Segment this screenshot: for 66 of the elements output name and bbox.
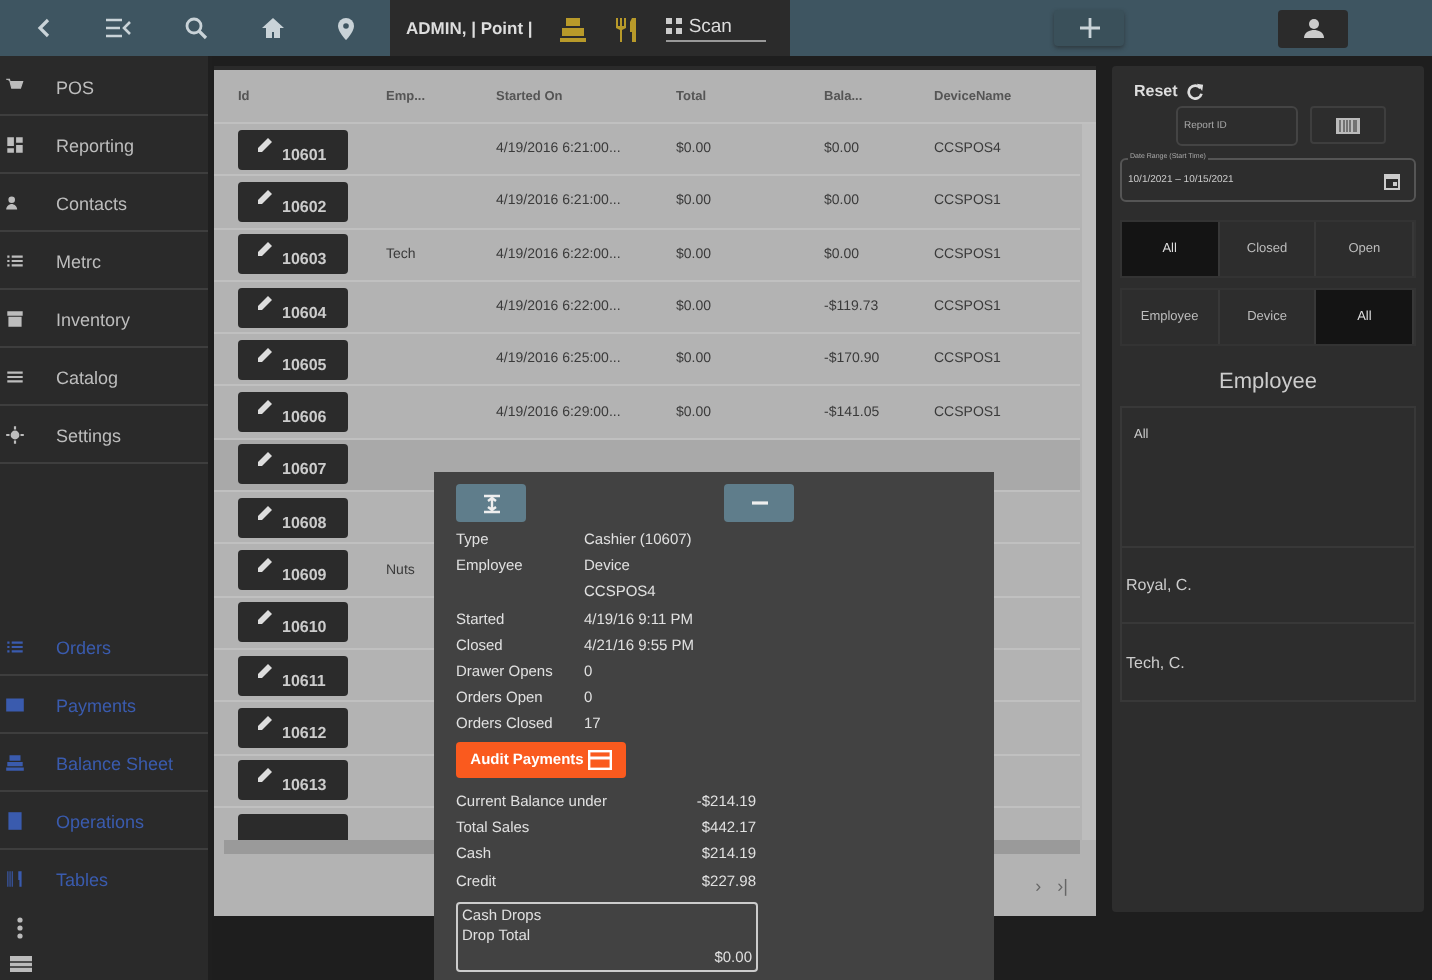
pencil-icon <box>258 661 274 678</box>
menu-collapse-icon[interactable] <box>104 16 133 40</box>
search-icon[interactable] <box>183 16 208 40</box>
edit-button[interactable]: 10609 <box>238 550 348 591</box>
list-icon <box>4 250 26 272</box>
person-icon <box>1303 18 1323 38</box>
edit-button[interactable]: 10607 <box>238 444 348 485</box>
pencil-icon <box>258 398 274 415</box>
register-icon <box>4 752 26 774</box>
sidebar-item[interactable]: Reporting <box>0 118 208 174</box>
pencil-icon <box>258 135 274 152</box>
dashboard-icon <box>4 134 26 156</box>
scan-field[interactable]: Scan <box>666 15 767 41</box>
edit-button[interactable]: 10608 <box>238 497 348 538</box>
edit-button[interactable]: 10606 <box>238 392 348 433</box>
sidebar-item[interactable]: Metrc <box>0 234 208 290</box>
expand-button[interactable] <box>456 484 526 522</box>
keyboard-icon[interactable] <box>10 956 32 972</box>
vertical-scrollbar[interactable] <box>1082 124 1096 840</box>
more-icon[interactable] <box>16 916 24 940</box>
home-icon[interactable] <box>259 16 286 40</box>
barcode-button[interactable] <box>1310 106 1386 144</box>
sidebar-item[interactable]: POS <box>0 60 208 116</box>
edit-button[interactable]: 10602 <box>238 181 348 222</box>
qr-code-icon <box>666 18 683 34</box>
reset-button[interactable]: Reset <box>1134 82 1204 100</box>
barcode-icon <box>1336 117 1360 133</box>
sidebar-item[interactable]: Contacts <box>0 176 208 232</box>
sidebar-item[interactable]: Settings <box>0 408 208 464</box>
pencil-icon <box>258 766 274 783</box>
plus-icon <box>1079 18 1099 38</box>
edit-button[interactable]: 10605 <box>238 339 348 380</box>
cash-register-icon[interactable] <box>560 15 587 41</box>
pencil-icon <box>258 503 274 520</box>
edit-button[interactable]: 10603 <box>238 234 348 275</box>
expand-vertical-icon <box>481 493 501 513</box>
list-item[interactable]: Royal, C. <box>1122 548 1414 624</box>
sidebar-item[interactable]: Inventory <box>0 292 208 348</box>
list-icon <box>4 636 26 658</box>
pencil-icon <box>258 187 274 204</box>
add-button[interactable] <box>1054 10 1124 46</box>
edit-button[interactable]: 10611 <box>238 655 348 696</box>
back-icon[interactable] <box>33 16 54 40</box>
archive-icon <box>4 308 26 330</box>
refresh-icon <box>1185 82 1204 100</box>
calendar-icon <box>1384 171 1400 189</box>
pencil-icon <box>258 608 274 625</box>
pencil-icon <box>258 556 274 573</box>
list-title: Employee <box>1217 370 1319 394</box>
edit-button[interactable]: 10610 <box>238 602 348 643</box>
user-button[interactable] <box>1278 9 1348 47</box>
list-item[interactable]: Tech, C. <box>1122 624 1414 700</box>
pencil-icon <box>258 713 274 730</box>
pencil-icon <box>258 345 274 362</box>
pencil-icon <box>258 293 274 310</box>
pencil-icon <box>258 240 274 257</box>
edit-button[interactable]: 10613 <box>238 760 348 801</box>
sidebar-item[interactable]: Catalog <box>0 350 208 406</box>
edit-button[interactable]: 10612 <box>238 707 348 748</box>
catalog-icon <box>4 366 26 388</box>
minimize-icon <box>751 500 767 506</box>
pencil-icon <box>258 450 274 467</box>
edit-button[interactable]: 10604 <box>238 287 348 328</box>
edit-button[interactable]: 10601 <box>238 129 348 170</box>
location-pin-icon[interactable] <box>336 15 357 41</box>
user-label: ADMIN, | Point | <box>406 18 533 38</box>
